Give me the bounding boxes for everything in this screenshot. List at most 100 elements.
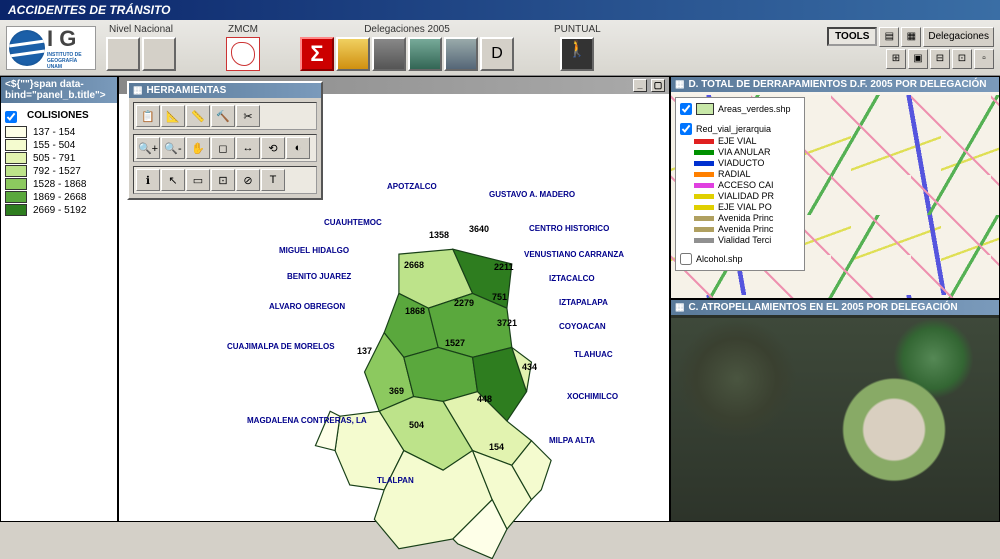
delegacion-label: IZTAPALAPA — [559, 298, 608, 307]
street1-button[interactable] — [372, 37, 406, 71]
tool-window-title[interactable]: ▦HERRAMIENTAS — [129, 83, 321, 98]
tools-b5[interactable]: ▫ — [974, 49, 994, 69]
minimize-button[interactable]: _ — [633, 79, 647, 92]
delegacion-label: IZTACALCO — [549, 274, 595, 283]
tool-row2-1[interactable]: 🔍- — [161, 137, 185, 159]
puntual-button[interactable] — [560, 37, 594, 71]
tools-b1[interactable]: ⊞ — [886, 49, 906, 69]
zmcm-label: ZMCM — [228, 24, 258, 35]
road-legend-item: EJE VIAL PO — [680, 202, 800, 212]
delegacion-label: VENUSTIANO CARRANZA — [524, 250, 624, 259]
nivel-nacional-button-2[interactable] — [142, 37, 176, 71]
delegacion-value: 1868 — [405, 306, 425, 316]
app-title-bar: ACCIDENTES DE TRÁNSITO — [0, 0, 1000, 20]
delegacion-value: 137 — [357, 346, 372, 356]
puntual-label: PUNTUAL — [554, 24, 601, 35]
panel-d-title: ▦D. TOTAL DE DERRAPAMIENTOS D.F. 2005 PO… — [671, 77, 999, 92]
delegacion-value: 1358 — [429, 230, 449, 240]
workspace: <${""}span data-bind="panel_b.title"> CO… — [0, 76, 1000, 522]
red-vial-checkbox[interactable] — [680, 123, 692, 135]
tool-row2-5[interactable]: ⟲ — [261, 137, 285, 159]
delegacion-label: TLALPAN — [377, 476, 414, 485]
tools-small-2[interactable]: ▦ — [901, 27, 921, 47]
tool-row1-4[interactable]: ✂ — [236, 105, 260, 127]
nivel-nacional-button-1[interactable] — [106, 37, 140, 71]
tool-row1-1[interactable]: 📐 — [161, 105, 185, 127]
delegacion-label: CENTRO HISTORICO — [529, 224, 609, 233]
maximize-button[interactable]: ▢ — [651, 79, 665, 92]
tool-row3-3[interactable]: ⊡ — [211, 169, 235, 191]
panel-b-title: <${""}span data-bind="panel_b.title"> — [1, 77, 117, 103]
legend-panel: <${""}span data-bind="panel_b.title"> CO… — [0, 76, 118, 522]
road-legend-item: Vialidad Terci — [680, 235, 800, 245]
car-button[interactable] — [336, 37, 370, 71]
delegacion-label: MILPA ALTA — [549, 436, 595, 445]
tools-b4[interactable]: ⊡ — [952, 49, 972, 69]
map-panel[interactable]: _ ▢ ▦HERRAMIENTAS 📋📐📏🔨✂ 🔍+🔍-✋◻↔⟲◐ ℹ↖▭⊡⊘T — [118, 76, 670, 522]
panel-c-title: ▦C. ATROPELLAMIENTOS EN EL 2005 POR DELE… — [671, 300, 999, 315]
delegacion-value: 448 — [477, 394, 492, 404]
delegacion-label: TLAHUAC — [574, 350, 613, 359]
street3-button[interactable] — [444, 37, 478, 71]
road-legend-item: VIA ANULAR — [680, 147, 800, 157]
tool-window[interactable]: ▦HERRAMIENTAS 📋📐📏🔨✂ 🔍+🔍-✋◻↔⟲◐ ℹ↖▭⊡⊘T — [127, 81, 323, 200]
colisiones-checkbox[interactable] — [5, 111, 17, 123]
satellite-imagery[interactable] — [671, 318, 999, 521]
delegacion-label: APOTZALCO — [387, 182, 437, 191]
road-legend-item: VIALIDAD PR — [680, 191, 800, 201]
delegaciones-button[interactable]: Delegaciones — [923, 27, 994, 47]
panel-c[interactable]: ▦C. ATROPELLAMIENTOS EN EL 2005 POR DELE… — [670, 299, 1000, 522]
delegacion-value: 2668 — [404, 260, 424, 270]
tool-row1-3[interactable]: 🔨 — [211, 105, 235, 127]
tools-b3[interactable]: ⊟ — [930, 49, 950, 69]
panel-d[interactable]: ▦D. TOTAL DE DERRAPAMIENTOS D.F. 2005 PO… — [670, 76, 1000, 299]
road-legend-item: EJE VIAL — [680, 136, 800, 146]
delegacion-value: 154 — [489, 442, 504, 452]
tool-row3-2[interactable]: ▭ — [186, 169, 210, 191]
delegacion-value: 434 — [522, 362, 537, 372]
street2-button[interactable] — [408, 37, 442, 71]
tool-row3-4[interactable]: ⊘ — [236, 169, 260, 191]
ig-logo: I G INSTITUTO DE GEOGRAFÍA UNAM — [6, 26, 96, 70]
delegacion-label: CUAUHTEMOC — [324, 218, 382, 227]
delegacion-value: 3721 — [497, 318, 517, 328]
layer-legend: Areas_verdes.shp Red_vial_jerarquia EJE … — [675, 97, 805, 271]
delegacion-value: 1527 — [445, 338, 465, 348]
delegacion-label: CUAJIMALPA DE MORELOS — [227, 342, 335, 351]
road-legend-item: RADIAL — [680, 169, 800, 179]
tool-row2-6[interactable]: ◐ — [286, 137, 310, 159]
delegacion-label: MAGDALENA CONTRERAS, LA — [247, 416, 367, 425]
delegacion-label: COYOACAN — [559, 322, 606, 331]
delegacion-label: BENITO JUAREZ — [287, 272, 351, 281]
tool-row2-4[interactable]: ↔ — [236, 137, 260, 159]
road-legend-item: Avenida Princ — [680, 224, 800, 234]
delegacion-value: 2279 — [454, 298, 474, 308]
tool-row1-2[interactable]: 📏 — [186, 105, 210, 127]
tool-row3-1[interactable]: ↖ — [161, 169, 185, 191]
alcohol-checkbox[interactable] — [680, 253, 692, 265]
delegaciones-label: Delegaciones 2005 — [364, 24, 450, 35]
road-legend-item: Avenida Princ — [680, 213, 800, 223]
delegacion-label: XOCHIMILCO — [567, 392, 618, 401]
tool-row2-2[interactable]: ✋ — [186, 137, 210, 159]
delegacion-value: 2211 — [494, 262, 514, 272]
tool-row2-0[interactable]: 🔍+ — [136, 137, 160, 159]
tool-row3-0[interactable]: ℹ — [136, 169, 160, 191]
main-toolbar: I G INSTITUTO DE GEOGRAFÍA UNAM Nivel Na… — [0, 20, 1000, 76]
delegacion-label: MIGUEL HIDALGO — [279, 246, 349, 255]
tools-b2[interactable]: ▣ — [908, 49, 928, 69]
delegacion-label: GUSTAVO A. MADERO — [489, 190, 575, 199]
tool-row3-5[interactable]: T — [261, 169, 285, 191]
delegacion-label: ALVARO OBREGON — [269, 302, 345, 311]
globe-icon — [9, 30, 45, 66]
road-legend-item: ACCESO CAI — [680, 180, 800, 190]
tools-label: TOOLS — [827, 27, 877, 46]
sigma-button[interactable]: Σ — [300, 37, 334, 71]
tool-row2-3[interactable]: ◻ — [211, 137, 235, 159]
tools-small-1[interactable]: ▤ — [879, 27, 899, 47]
tool-row1-0[interactable]: 📋 — [136, 105, 160, 127]
zmcm-button[interactable] — [226, 37, 260, 71]
road-legend-item: VIADUCTO — [680, 158, 800, 168]
areas-verdes-checkbox[interactable] — [680, 103, 692, 115]
d-button[interactable]: D — [480, 37, 514, 71]
